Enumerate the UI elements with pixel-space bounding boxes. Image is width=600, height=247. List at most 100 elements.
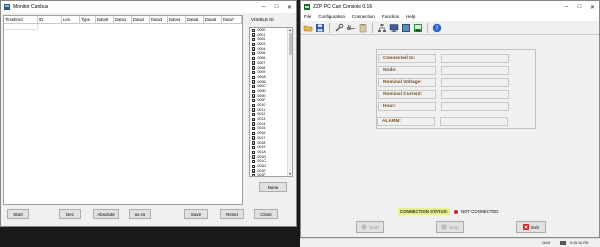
grid-column-header[interactable]: Data6: [204, 16, 222, 23]
checkbox-checked-icon[interactable]: ✔: [252, 61, 256, 65]
checkbox-checked-icon[interactable]: ✔: [252, 42, 256, 46]
start-icon: [361, 224, 367, 230]
checkbox-checked-icon[interactable]: ✔: [252, 159, 256, 164]
paste-button[interactable]: [358, 23, 368, 33]
maximize-button[interactable]: □: [270, 1, 283, 13]
menu-configuration[interactable]: Configuration: [318, 13, 345, 21]
table-row[interactable]: [4, 24, 38, 30]
grid-column-header[interactable]: Data4: [168, 16, 186, 23]
network-icon: [378, 23, 386, 32]
scroll-thumb[interactable]: [288, 33, 292, 55]
start-button[interactable]: Start: [356, 221, 384, 233]
checkbox-checked-icon[interactable]: ✔: [252, 75, 256, 79]
close-window-button[interactable]: ✕: [283, 1, 296, 13]
visible-id-panel: VISIBLE ID ✔ 0000 ✔ 0001 ✔ 0002 ✔ 0003 ✔ 0004 ✔ 000…: [248, 15, 296, 205]
minimize-button[interactable]: –: [257, 1, 270, 13]
checkbox-checked-icon[interactable]: ✔: [252, 169, 256, 173]
scroll-down-icon[interactable]: ▼: [288, 172, 292, 176]
connect-button[interactable]: [346, 23, 356, 33]
tools-button[interactable]: [334, 23, 344, 33]
menu-help[interactable]: Help: [406, 13, 415, 21]
exit-button[interactable]: Exit: [516, 221, 546, 233]
grid-column-header[interactable]: Data1: [114, 16, 132, 23]
help-button[interactable]: ?: [432, 23, 442, 33]
checkbox-checked-icon[interactable]: ✔: [252, 155, 256, 159]
minimize-button[interactable]: –: [560, 1, 573, 13]
checkbox-checked-icon[interactable]: ✔: [252, 98, 256, 103]
scroll-up-icon[interactable]: ▲: [288, 28, 292, 32]
checkbox-checked-icon[interactable]: ✔: [252, 33, 256, 37]
checkbox-checked-icon[interactable]: ✔: [252, 122, 256, 126]
checkbox-checked-icon[interactable]: ✔: [252, 94, 256, 98]
checkbox-checked-icon[interactable]: ✔: [252, 113, 256, 117]
visible-id-list[interactable]: ✔ 0000 ✔ 0001 ✔ 0002 ✔ 0003 ✔ 0004 ✔ 0005 ✔ 0006 ✔ 0007…: [249, 27, 293, 177]
save-file-button[interactable]: [315, 23, 325, 33]
network-tray-icon[interactable]: [560, 241, 566, 246]
checkbox-checked-icon[interactable]: ✔: [252, 150, 256, 154]
stop-label: Stop: [449, 224, 459, 230]
maximize-button[interactable]: □: [573, 1, 586, 13]
checkbox-checked-icon[interactable]: ✔: [252, 103, 256, 107]
grid-column-header[interactable]: Type: [80, 16, 96, 23]
checkbox-checked-icon[interactable]: ✔: [252, 136, 256, 140]
grid-column-header[interactable]: ID: [38, 16, 62, 23]
grid-column-header[interactable]: Data3: [150, 16, 168, 23]
grid-column-header[interactable]: Len: [62, 16, 80, 23]
start-button[interactable]: Start: [7, 209, 29, 219]
dec-button[interactable]: Dec: [59, 209, 81, 219]
info-row: Nominal Voltage:: [377, 78, 537, 87]
checkbox-checked-icon[interactable]: ✔: [252, 145, 256, 150]
checkbox-checked-icon[interactable]: ✔: [252, 56, 256, 60]
grid-column-header[interactable]: Data5: [186, 16, 204, 23]
checkbox-checked-icon[interactable]: ✔: [252, 127, 256, 131]
console-titlebar[interactable]: ZZP PC Can Console 0.16 – □ ✕: [301, 1, 599, 13]
us-button[interactable]: us.ns: [129, 209, 151, 219]
stop-button[interactable]: Stop: [436, 221, 464, 233]
clock[interactable]: 5:45:16 PM: [570, 239, 588, 247]
grid-column-header[interactable]: Data0: [96, 16, 114, 23]
checkbox-checked-icon[interactable]: ✔: [252, 38, 256, 42]
svg-text:?: ?: [435, 25, 438, 32]
toolbar-separator: [329, 22, 330, 33]
close-button[interactable]: Close: [254, 209, 278, 219]
export-button[interactable]: [413, 23, 423, 33]
checkbox-checked-icon[interactable]: ✔: [252, 52, 256, 56]
checkbox-checked-icon[interactable]: ✔: [252, 141, 256, 145]
checkbox-checked-icon[interactable]: ✔: [252, 108, 256, 112]
checkbox-checked-icon[interactable]: ✔: [252, 89, 256, 93]
display-button[interactable]: [401, 23, 411, 33]
open-folder-button[interactable]: [303, 23, 313, 33]
checkbox-checked-icon[interactable]: ✔: [252, 131, 256, 135]
grid-column-header[interactable]: Data7: [222, 16, 242, 23]
checkbox-checked-icon[interactable]: ✔: [252, 117, 256, 121]
can-message-grid[interactable]: Timebrnd ID Len Type Data0 Data1 Data2 D…: [3, 15, 243, 205]
checkbox-checked-icon[interactable]: ✔: [252, 164, 256, 168]
network-button[interactable]: [377, 23, 387, 33]
monitor-button[interactable]: [389, 23, 399, 33]
taskbar: NUM 5:45:16 PM: [300, 238, 600, 247]
visible-id-scrollbar[interactable]: ▲ ▼: [287, 28, 292, 176]
menu-function[interactable]: Function: [382, 13, 399, 21]
close-window-button[interactable]: ✕: [586, 1, 599, 13]
checkbox-checked-icon[interactable]: ✔: [252, 70, 256, 75]
toolbar: ?: [301, 21, 599, 35]
reset-button[interactable]: Reset: [220, 209, 244, 219]
grid-column-header[interactable]: Data2: [132, 16, 150, 23]
checkbox-checked-icon[interactable]: ✔: [252, 80, 256, 84]
nominal-voltage-value: [441, 78, 509, 87]
save-button[interactable]: Save: [184, 209, 208, 219]
checkbox-checked-icon[interactable]: ✔: [252, 28, 256, 32]
absolute-button[interactable]: Absolute: [93, 209, 119, 219]
exit-icon: [523, 224, 530, 230]
none-button[interactable]: None: [259, 182, 287, 192]
grid-column-header[interactable]: Timebrnd: [4, 16, 38, 23]
menu-file[interactable]: File: [304, 13, 311, 21]
checkbox-checked-icon[interactable]: ✔: [252, 47, 256, 51]
checkbox-checked-icon[interactable]: ✔: [252, 66, 256, 70]
checkbox-checked-icon[interactable]: ✔: [252, 84, 256, 89]
checkbox-checked-icon[interactable]: ✔: [252, 173, 256, 176]
monitor-titlebar[interactable]: Monitor Canbus – □ ✕: [1, 1, 296, 13]
visible-id-item[interactable]: ✔ 001F: [250, 173, 292, 176]
menu-connection[interactable]: Connection: [352, 13, 375, 21]
display-icon: [402, 23, 410, 32]
